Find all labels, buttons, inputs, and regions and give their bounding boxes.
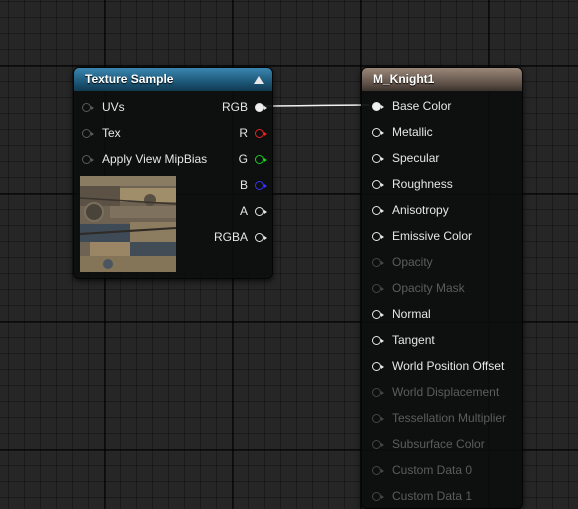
pin-icon[interactable] xyxy=(372,102,384,111)
texture-preview-thumbnail xyxy=(80,176,176,272)
pin-icon[interactable] xyxy=(372,180,384,189)
pin-icon[interactable] xyxy=(372,258,384,267)
pin-icon[interactable] xyxy=(255,155,267,164)
texture-sample-node[interactable]: Texture Sample UVs Tex Apply View MipBia… xyxy=(73,67,273,279)
pin-label-tessellation-multiplier: Tessellation Multiplier xyxy=(392,411,507,425)
output-pin-g[interactable]: G xyxy=(204,152,267,166)
texture-sample-header[interactable]: Texture Sample xyxy=(74,68,272,91)
pin-label-opacity: Opacity xyxy=(392,255,433,269)
pin-icon[interactable] xyxy=(82,129,94,138)
pin-label-metallic: Metallic xyxy=(392,125,433,139)
pin-icon[interactable] xyxy=(372,232,384,241)
pin-icon[interactable] xyxy=(372,466,384,475)
material-node-title: M_Knight1 xyxy=(373,72,435,86)
pin-label-base-color: Base Color xyxy=(392,99,452,113)
pin-icon[interactable] xyxy=(372,284,384,293)
pin-label-opacity-mask: Opacity Mask xyxy=(392,281,465,295)
pin-icon[interactable] xyxy=(372,154,384,163)
output-pin-rgb[interactable]: RGB xyxy=(204,100,267,114)
pin-label-anisotropy: Anisotropy xyxy=(392,203,449,217)
output-pin-rgba[interactable]: RGBA xyxy=(204,230,267,244)
pin-icon[interactable] xyxy=(372,310,384,319)
pin-icon[interactable] xyxy=(82,103,94,112)
pin-label-rgb: RGB xyxy=(221,100,248,114)
pin-label-subsurface-color: Subsurface Color xyxy=(392,437,485,451)
output-pin-r[interactable]: R xyxy=(204,126,267,140)
pin-label-world-position-offset: World Position Offset xyxy=(392,359,505,373)
material-result-node[interactable]: M_Knight1 Base Color Metallic Specular Roug… xyxy=(361,67,523,509)
pin-icon[interactable] xyxy=(372,336,384,345)
pin-label-emissive-color: Emissive Color xyxy=(392,229,473,243)
pin-icon[interactable] xyxy=(255,129,267,138)
texture-sample-title: Texture Sample xyxy=(85,72,174,86)
pin-label-specular: Specular xyxy=(392,151,440,165)
pin-icon[interactable] xyxy=(372,128,384,137)
pin-label-rgba: RGBA xyxy=(213,230,248,244)
pin-icon[interactable] xyxy=(255,207,267,216)
pin-label-uvs: UVs xyxy=(102,100,125,114)
pin-label-b: B xyxy=(239,178,248,192)
pin-label-r: R xyxy=(239,126,248,140)
pin-label-roughness: Roughness xyxy=(392,177,453,191)
pin-icon[interactable] xyxy=(372,492,384,501)
pin-icon[interactable] xyxy=(372,362,384,371)
pin-label-a: A xyxy=(239,204,248,218)
output-pin-a[interactable]: A xyxy=(204,204,267,218)
pin-icon[interactable] xyxy=(372,388,384,397)
output-pin-b[interactable]: B xyxy=(204,178,267,192)
pin-icon[interactable] xyxy=(372,440,384,449)
pin-icon[interactable] xyxy=(255,181,267,190)
pin-label-tangent: Tangent xyxy=(392,333,435,347)
pin-label-normal: Normal xyxy=(392,307,431,321)
pin-label-custom-data-1: Custom Data 1 xyxy=(392,489,473,503)
pin-icon[interactable] xyxy=(255,233,267,242)
collapse-arrow-icon[interactable] xyxy=(254,76,264,84)
pin-icon[interactable] xyxy=(372,414,384,423)
pin-label-world-displacement: World Displacement xyxy=(392,385,500,399)
pin-label-tex: Tex xyxy=(102,126,121,140)
pin-icon[interactable] xyxy=(372,206,384,215)
pin-icon[interactable] xyxy=(255,103,267,112)
pin-icon[interactable] xyxy=(82,155,94,164)
pin-label-apply-view-mipbias: Apply View MipBias xyxy=(102,152,208,166)
material-node-header[interactable]: M_Knight1 xyxy=(362,68,522,91)
pin-label-custom-data-0: Custom Data 0 xyxy=(392,463,473,477)
pin-label-g: G xyxy=(238,152,248,166)
